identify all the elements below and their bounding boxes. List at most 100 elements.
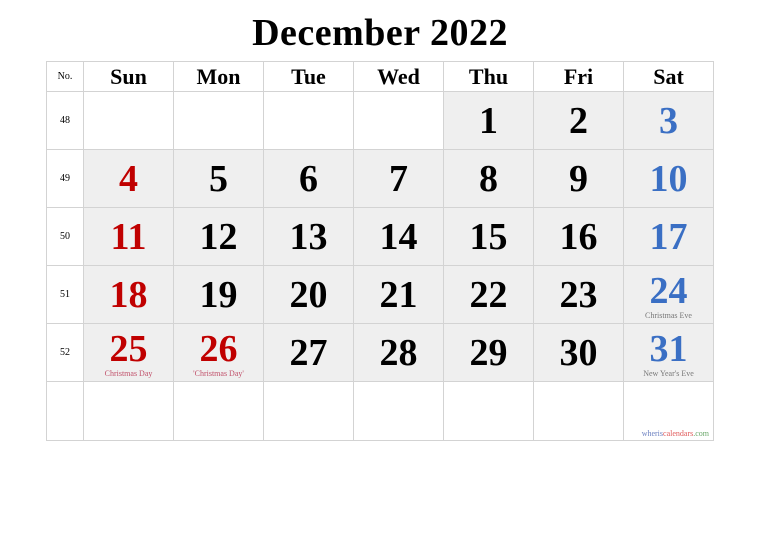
empty-day-cell	[263, 91, 354, 150]
day-number: 31	[649, 327, 688, 370]
day-cell[interactable]: 28	[353, 323, 444, 382]
week-row: 48 1 2 3	[46, 91, 714, 150]
week-row: 49 4 5 6 7 8 9 10	[46, 149, 714, 208]
day-number: 16	[559, 215, 598, 258]
day-number: 15	[469, 215, 508, 258]
empty-day-cell	[353, 381, 444, 441]
day-cell[interactable]: 13	[263, 207, 354, 266]
day-number: 18	[109, 273, 148, 316]
watermark-link[interactable]: wheriscalendars.com	[642, 429, 709, 438]
day-cell[interactable]: 30	[533, 323, 624, 382]
day-number: 11	[110, 215, 147, 258]
empty-day-cell	[443, 381, 534, 441]
calendar-title: December 2022	[252, 12, 508, 54]
week-row: 51 18 19 20 21 22 23 24 Christmas Eve	[46, 265, 714, 324]
day-cell[interactable]: 3	[623, 91, 714, 150]
day-number: 2	[569, 99, 588, 142]
empty-day-cell	[533, 381, 624, 441]
day-cell[interactable]: 16	[533, 207, 624, 266]
day-number: 29	[469, 331, 508, 374]
week-row: wheriscalendars.com	[46, 381, 714, 441]
day-number: 3	[659, 99, 678, 142]
weekday-header-fri: Fri	[533, 61, 624, 92]
day-number: 9	[569, 157, 588, 200]
day-number: 25	[109, 327, 148, 370]
day-number: 14	[379, 215, 418, 258]
day-number: 30	[559, 331, 598, 374]
day-cell[interactable]: 24 Christmas Eve	[623, 265, 714, 324]
watermark-text: .com	[693, 429, 709, 438]
day-cell[interactable]: 2	[533, 91, 624, 150]
day-number: 23	[559, 273, 598, 316]
day-number: 4	[119, 157, 138, 200]
week-number: 50	[46, 207, 84, 266]
day-number: 24	[649, 269, 688, 312]
day-cell[interactable]: 22	[443, 265, 534, 324]
empty-day-cell	[263, 381, 354, 441]
day-cell[interactable]: 15	[443, 207, 534, 266]
day-cell[interactable]: 21	[353, 265, 444, 324]
day-cell[interactable]: 27	[263, 323, 354, 382]
day-cell[interactable]: 18	[83, 265, 174, 324]
day-number: 6	[299, 157, 318, 200]
day-cell[interactable]: 25 Christmas Day	[83, 323, 174, 382]
day-cell[interactable]: 31 New Year's Eve	[623, 323, 714, 382]
calendar-grid: No. Sun Mon Tue Wed Thu Fri Sat 48 1 2 3 49 4…	[46, 61, 714, 441]
day-cell[interactable]: 26 'Christmas Day'	[173, 323, 264, 382]
week-row: 50 11 12 13 14 15 16 17	[46, 207, 714, 266]
week-number-header: No.	[46, 61, 84, 92]
day-cell[interactable]: 6	[263, 149, 354, 208]
holiday-note: Christmas Eve	[645, 311, 692, 320]
empty-day-cell	[173, 91, 264, 150]
day-cell[interactable]: 5	[173, 149, 264, 208]
day-cell[interactable]: 14	[353, 207, 444, 266]
week-number: 48	[46, 91, 84, 150]
day-cell[interactable]: 23	[533, 265, 624, 324]
watermark-text: wheris	[641, 429, 664, 438]
day-cell[interactable]: 7	[353, 149, 444, 208]
day-number: 19	[199, 273, 238, 316]
week-number: 49	[46, 149, 84, 208]
day-number: 5	[209, 157, 228, 200]
day-cell[interactable]: 11	[83, 207, 174, 266]
day-number: 12	[199, 215, 238, 258]
week-number	[46, 381, 84, 441]
day-number: 8	[479, 157, 498, 200]
day-cell[interactable]: 10	[623, 149, 714, 208]
day-number: 1	[479, 99, 498, 142]
day-number: 10	[649, 157, 688, 200]
weekday-header-sat: Sat	[623, 61, 714, 92]
holiday-note: New Year's Eve	[643, 369, 694, 378]
day-cell[interactable]: 1	[443, 91, 534, 150]
day-cell[interactable]: 29	[443, 323, 534, 382]
day-number: 28	[379, 331, 418, 374]
week-number: 51	[46, 265, 84, 324]
weekday-header-mon: Mon	[173, 61, 264, 92]
day-number: 20	[289, 273, 328, 316]
day-number: 17	[649, 215, 688, 258]
empty-day-cell	[353, 91, 444, 150]
day-number: 27	[289, 331, 328, 374]
day-number: 21	[379, 273, 418, 316]
day-cell[interactable]: 20	[263, 265, 354, 324]
holiday-note: Christmas Day	[104, 369, 153, 378]
empty-day-cell: wheriscalendars.com	[623, 381, 714, 441]
weekday-header-thu: Thu	[443, 61, 534, 92]
weekday-header-sun: Sun	[83, 61, 174, 92]
week-number: 52	[46, 323, 84, 382]
watermark-text: calendars	[663, 429, 694, 438]
weekday-header-tue: Tue	[263, 61, 354, 92]
day-cell[interactable]: 12	[173, 207, 264, 266]
day-cell[interactable]: 17	[623, 207, 714, 266]
weekday-header-wed: Wed	[353, 61, 444, 92]
day-number: 13	[289, 215, 328, 258]
weekday-header-row: No. Sun Mon Tue Wed Thu Fri Sat	[46, 61, 714, 92]
day-cell[interactable]: 8	[443, 149, 534, 208]
week-row: 52 25 Christmas Day 26 'Christmas Day' 27 28 29…	[46, 323, 714, 382]
day-number: 22	[469, 273, 508, 316]
day-cell[interactable]: 19	[173, 265, 264, 324]
day-cell[interactable]: 4	[83, 149, 174, 208]
holiday-note: 'Christmas Day'	[193, 369, 244, 378]
day-cell[interactable]: 9	[533, 149, 624, 208]
empty-day-cell	[173, 381, 264, 441]
